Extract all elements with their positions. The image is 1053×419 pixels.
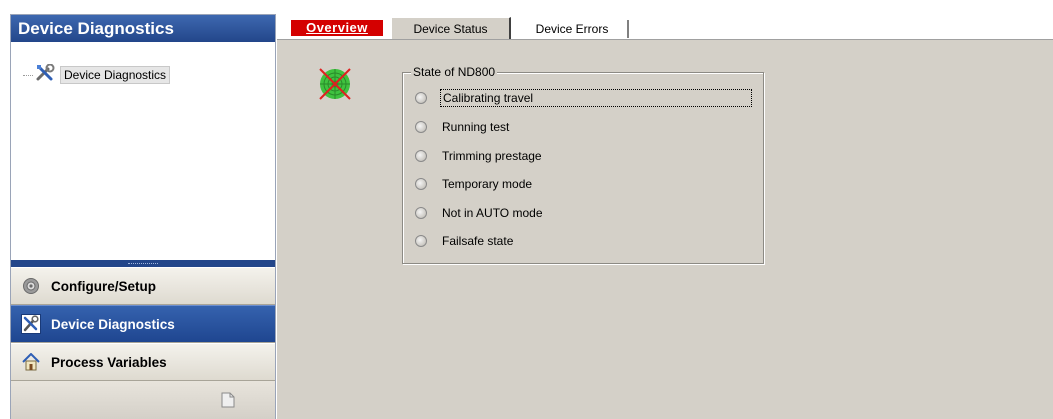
status-indicator-icon: [415, 235, 427, 247]
state-item-calibrating-travel[interactable]: Calibrating travel: [415, 89, 752, 107]
state-item-not-in-auto-mode[interactable]: Not in AUTO mode: [415, 204, 545, 222]
tab-overview[interactable]: Overview: [291, 20, 383, 36]
state-item-label: Failsafe state: [442, 234, 514, 248]
state-item-running-test[interactable]: Running test: [415, 118, 511, 136]
status-indicator-icon: [415, 92, 427, 104]
content-panel: Overview Device Status Device Errors Sta…: [276, 10, 1053, 419]
nav-footer: [11, 381, 275, 419]
nav-label-diagnostics: Device Diagnostics: [51, 316, 175, 332]
nav-label-configure: Configure/Setup: [51, 278, 156, 294]
page-icon[interactable]: [221, 392, 235, 408]
tab-divider: [277, 39, 1053, 40]
state-item-label: Trimming prestage: [442, 149, 542, 163]
status-indicator-icon: [415, 121, 427, 133]
state-item-label: Calibrating travel: [440, 89, 752, 107]
app-window: Device Diagnostics Device Diagnostics Co…: [0, 0, 1053, 419]
target-status-icon: [317, 66, 353, 102]
state-item-failsafe-state[interactable]: Failsafe state: [415, 232, 515, 250]
tab-device-status[interactable]: Device Status: [391, 17, 511, 40]
status-indicator-icon: [415, 207, 427, 219]
left-panel-title: Device Diagnostics: [11, 15, 275, 42]
state-groupbox: State of ND800 Calibrating travel Runnin…: [402, 65, 764, 264]
state-item-label: Not in AUTO mode: [442, 206, 543, 220]
nav-button-configure-setup[interactable]: Configure/Setup: [11, 267, 275, 305]
state-item-label: Running test: [442, 120, 510, 134]
tab-device-errors[interactable]: Device Errors: [517, 20, 629, 38]
status-indicator-icon: [415, 150, 427, 162]
tab-strip: Overview Device Status Device Errors: [277, 10, 1053, 40]
nav-label-process: Process Variables: [51, 354, 167, 370]
tree-item-label: Device Diagnostics: [60, 66, 171, 84]
device-tree: Device Diagnostics: [11, 42, 275, 260]
state-item-trimming-prestage[interactable]: Trimming prestage: [415, 147, 544, 165]
left-panel: Device Diagnostics Device Diagnostics Co…: [10, 14, 276, 419]
tree-item-device-diagnostics[interactable]: Device Diagnostics: [35, 63, 171, 87]
nav-button-process-variables[interactable]: Process Variables: [11, 343, 275, 381]
state-groupbox-title: State of ND800: [411, 65, 498, 79]
state-item-temporary-mode[interactable]: Temporary mode: [415, 175, 534, 193]
tree-connector: [23, 75, 33, 76]
panel-splitter-handle[interactable]: [11, 260, 275, 267]
home-icon: [21, 352, 41, 372]
state-item-label: Temporary mode: [442, 177, 533, 191]
tools-icon: [35, 63, 57, 87]
status-indicator-icon: [415, 178, 427, 190]
gear-icon: [21, 276, 41, 296]
tools-icon: [21, 314, 41, 334]
nav-button-device-diagnostics[interactable]: Device Diagnostics: [11, 305, 275, 343]
